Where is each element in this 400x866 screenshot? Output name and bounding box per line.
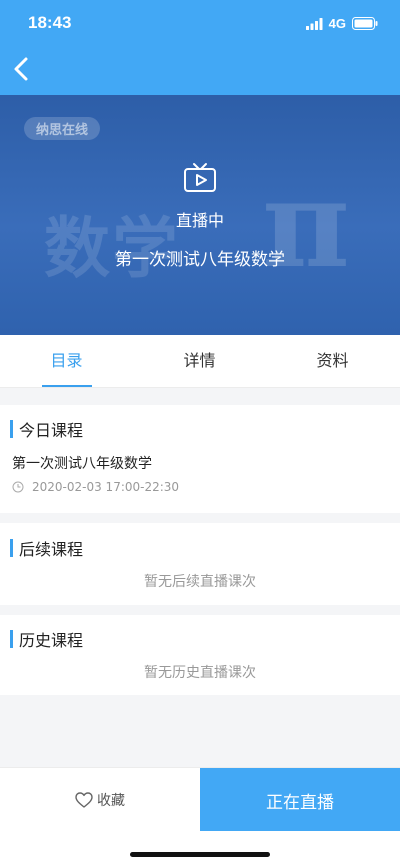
section-accent-bar — [10, 420, 13, 438]
brand-badge: 纳思在线 — [24, 117, 101, 140]
section-header: 后续课程 — [10, 538, 84, 559]
upcoming-course-section: 后续课程 暂无后续直播课次 — [0, 523, 400, 605]
home-indicator[interactable] — [130, 852, 270, 857]
today-course-section: 今日课程 第一次测试八年级数学 2020-02-03 17:00-22:30 — [0, 405, 400, 513]
battery-icon — [352, 17, 378, 30]
section-accent-bar — [10, 539, 13, 557]
live-status-label: 直播中 — [175, 211, 224, 230]
upcoming-empty-text: 暂无后续直播课次 — [144, 574, 256, 590]
section-title: 历史课程 — [19, 631, 84, 650]
home-indicator-area — [0, 831, 400, 866]
course-time-text: 2020-02-03 17:00-22:30 — [32, 480, 180, 494]
tv-icon — [184, 163, 216, 192]
tab-details[interactable]: 详情 — [133, 335, 266, 388]
tab-materials[interactable]: 资料 — [266, 335, 399, 388]
section-title: 今日课程 — [19, 421, 84, 440]
course-item-title[interactable]: 第一次测试八年级数学 — [12, 453, 152, 473]
status-time: 18:43 — [28, 13, 72, 32]
heart-icon — [75, 792, 93, 808]
status-indicators: 4G — [305, 16, 378, 31]
tab-active-indicator — [42, 385, 92, 387]
favorite-button[interactable]: 收藏 — [0, 768, 200, 832]
signal-icon — [305, 17, 323, 30]
history-course-section: 历史课程 暂无历史直播课次 — [0, 615, 400, 695]
status-bar: 18:43 4G — [0, 12, 400, 36]
live-now-button[interactable]: 正在直播 — [200, 768, 400, 832]
favorite-label: 收藏 — [97, 793, 125, 809]
back-button[interactable] — [6, 52, 36, 86]
section-header: 今日课程 — [10, 419, 84, 440]
course-title: 第一次测试八年级数学 — [115, 250, 285, 270]
history-empty-text: 暂无历史直播课次 — [144, 665, 256, 681]
tab-catalog[interactable]: 目录 — [0, 335, 133, 388]
top-bar: 18:43 4G — [0, 0, 400, 95]
clock-icon — [12, 481, 24, 493]
section-accent-bar — [10, 630, 13, 648]
chevron-left-icon — [14, 57, 28, 81]
section-header: 历史课程 — [10, 629, 84, 650]
course-banner: 纳思在线 数学 π 直播中 第一次测试八年级数学 — [0, 95, 400, 335]
network-type: 4G — [328, 16, 346, 31]
tab-bar: 目录 详情 资料 — [0, 335, 400, 388]
section-title: 后续课程 — [19, 540, 84, 559]
bottom-action-bar: 收藏 正在直播 — [0, 767, 400, 832]
course-item-time: 2020-02-03 17:00-22:30 — [12, 480, 179, 494]
